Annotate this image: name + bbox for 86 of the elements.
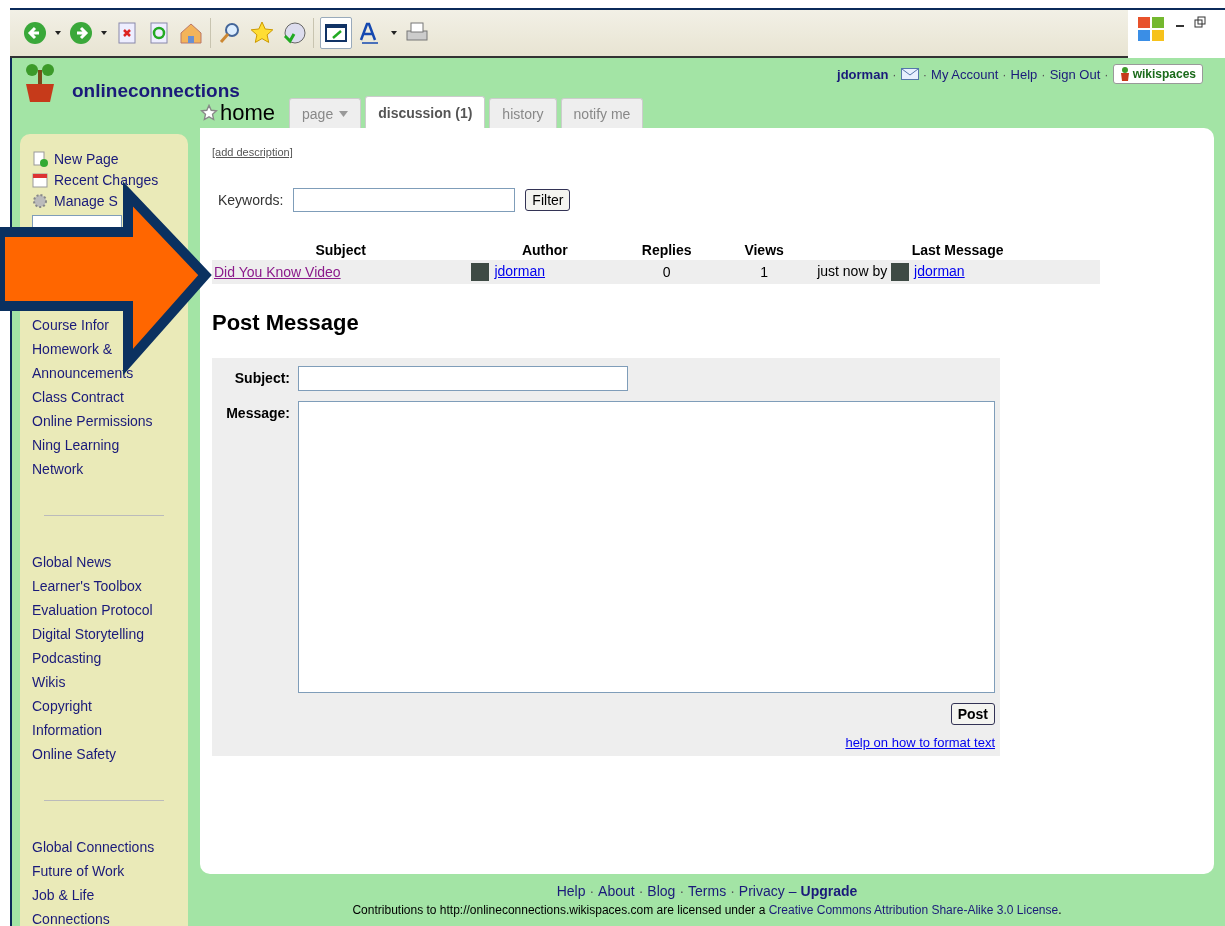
caret-icon (339, 110, 349, 117)
star-icon[interactable] (249, 20, 275, 46)
sidebar-link[interactable]: Podcasting (32, 646, 102, 670)
sidebar-link[interactable]: Job & Life (32, 883, 95, 907)
account-link[interactable]: Sign Out (1049, 66, 1101, 82)
sidebar-link[interactable]: Digital Storytelling (32, 622, 145, 646)
footer-link[interactable]: Privacy (738, 883, 785, 899)
replies-cell: 0 (620, 260, 714, 285)
separator: · (679, 883, 685, 899)
sidebar-link[interactable]: Class Contract (32, 385, 124, 409)
sidebar-link[interactable]: Evaluation Protocol (32, 598, 153, 622)
sidebar-link[interactable]: Wikis (32, 670, 66, 694)
account-link[interactable]: My Account (931, 66, 999, 82)
sidebar-action[interactable]: Manage S (32, 190, 188, 211)
sidebar-link[interactable]: Online Safety (32, 742, 117, 766)
account-link[interactable]: Help (1010, 66, 1038, 82)
separator: · (730, 883, 735, 899)
keywords-label: Keywords: (218, 192, 284, 208)
message-label: Message: (225, 404, 291, 424)
separator: · (1104, 66, 1109, 82)
author-link[interactable]: jdorman (914, 263, 965, 279)
back-icon[interactable] (22, 20, 48, 46)
sidebar-action[interactable]: Recent Changes (32, 169, 188, 190)
history-icon[interactable] (281, 20, 307, 46)
column-header: Author (469, 240, 621, 260)
new-page-icon (32, 150, 48, 167)
dash-separator: – (788, 883, 797, 899)
author-link[interactable]: jdorman (494, 263, 546, 279)
avatar-icon (471, 263, 490, 282)
separator: · (1041, 66, 1046, 82)
wikispaces-badge[interactable]: wikispaces (1112, 64, 1203, 84)
mail-icon[interactable] (900, 68, 919, 80)
caret-icon[interactable] (100, 29, 108, 37)
separator: · (589, 883, 595, 899)
views-cell: 1 (713, 260, 816, 285)
upgrade-link[interactable]: Upgrade (800, 883, 858, 899)
post-heading: Post Message (212, 310, 360, 337)
star-icon[interactable] (200, 103, 218, 122)
user-link[interactable]: jdorman (837, 66, 889, 82)
avatar-icon (891, 263, 910, 282)
column-header: Subject (212, 240, 470, 260)
sidebar-link[interactable]: Global News (32, 550, 112, 574)
thread-link[interactable]: Did You Know Video (214, 264, 341, 281)
page-title: home (220, 99, 276, 126)
sidebar-action[interactable]: New Page (32, 148, 188, 169)
page-tab[interactable]: discussion (1) (365, 96, 486, 128)
sidebar-link[interactable]: Online Permissions (32, 409, 153, 433)
subject-field[interactable] (298, 366, 628, 392)
sidebar-link[interactable]: Copyright (32, 694, 92, 718)
subject-label: Subject: (233, 369, 291, 389)
separator: · (1002, 66, 1007, 82)
separator: · (922, 66, 928, 82)
separator: · (638, 883, 644, 899)
forward-icon[interactable] (68, 20, 94, 46)
windows-logo-icon (1136, 14, 1166, 44)
license-text: Contributions to http://onlineconnections.wikispaces.com are licensed under a Creative Commons Attribution Share-Alike 3.0 License. (352, 903, 1062, 917)
sidebar-link[interactable]: Announcements (32, 361, 134, 385)
sidebar-link[interactable]: Global Connections (32, 835, 155, 859)
column-header: Views (713, 240, 816, 260)
post-button[interactable]: Post (950, 703, 995, 726)
gear-icon (32, 192, 48, 209)
last-message-text: just now by (817, 263, 888, 279)
footer-link[interactable]: Blog (647, 883, 676, 899)
separator: · (892, 66, 897, 82)
sidebar-link[interactable]: Information (32, 718, 103, 742)
footer-link[interactable]: About (598, 883, 635, 899)
sidebar-link[interactable]: Course Infor (32, 313, 110, 337)
footer-link[interactable]: Terms (688, 883, 727, 899)
keywords-field[interactable] (293, 188, 516, 212)
message-field[interactable] (298, 401, 995, 694)
sidebar-link[interactable]: Connections (32, 907, 110, 926)
caret-icon[interactable] (390, 29, 398, 37)
column-header: Last Message (815, 240, 1100, 260)
sidebar-link[interactable]: Network (32, 457, 84, 481)
filter-button[interactable]: Filter (525, 189, 571, 211)
add-description-link[interactable]: [add description] (212, 146, 293, 158)
sidebar-link[interactable]: Ning Learning (32, 433, 120, 457)
footer-link[interactable]: Help (556, 883, 586, 899)
sidebar-link[interactable]: Future of Work (32, 859, 125, 883)
site-name: onlineconnections (72, 80, 240, 102)
sidebar-link[interactable]: Learner's Toolbox (32, 574, 142, 598)
format-help-link[interactable]: help on how to format text (845, 735, 995, 751)
calendar-icon (32, 171, 48, 188)
column-header: Replies (620, 240, 714, 260)
caret-icon[interactable] (54, 29, 62, 37)
sidebar-link[interactable]: Homework & (32, 337, 113, 361)
